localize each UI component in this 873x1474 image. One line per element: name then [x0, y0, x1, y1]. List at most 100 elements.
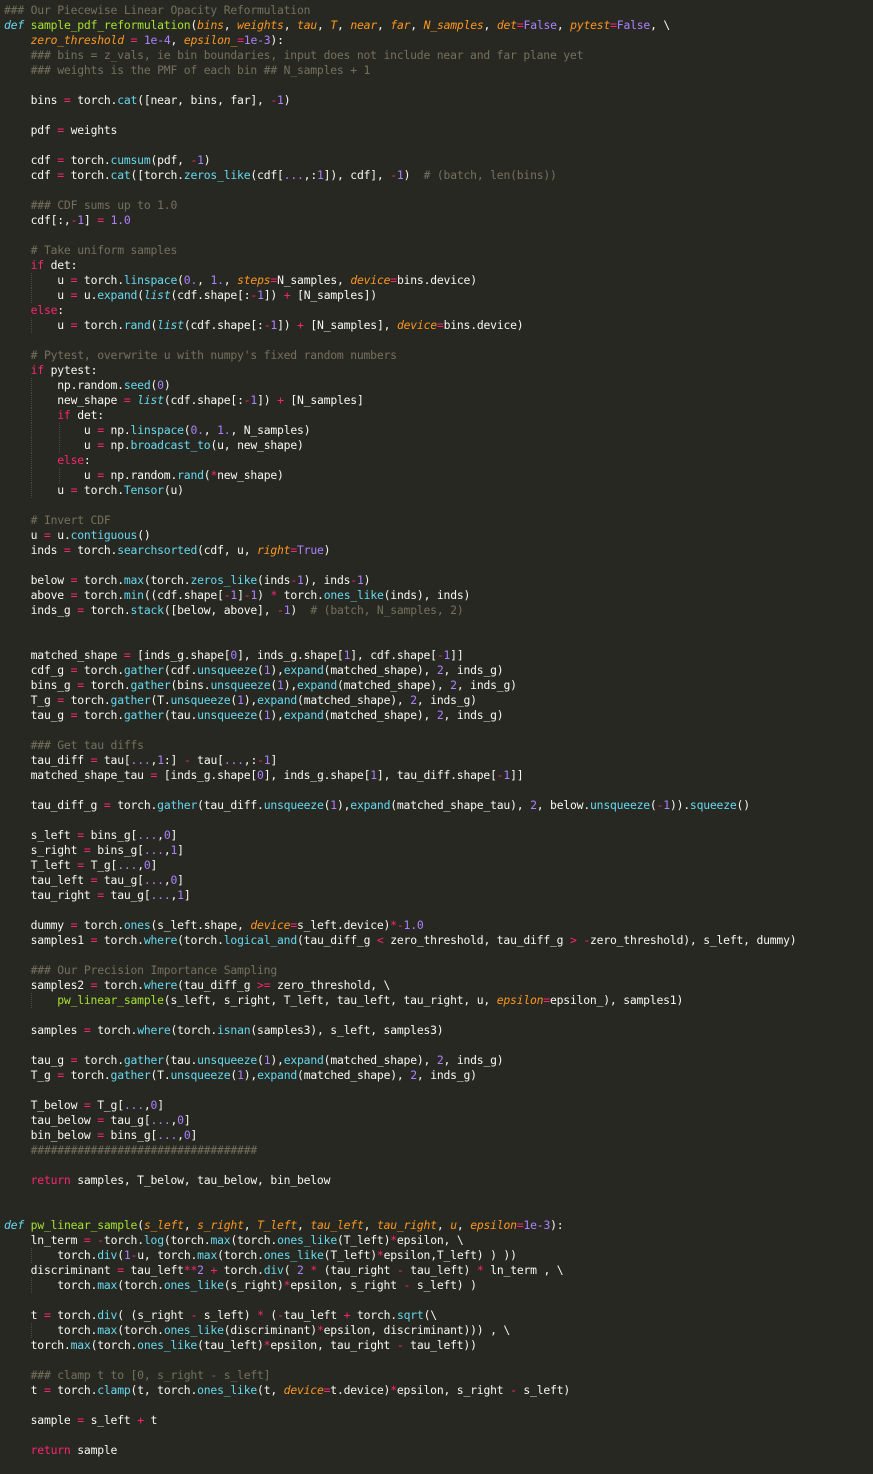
code-line: ln_term = -torch.log(torch.max(torch.one… [4, 1233, 873, 1248]
code-token: ** [183, 1263, 198, 1277]
code-token: 1e-3 [243, 33, 271, 47]
code-token: ) [323, 543, 331, 557]
code-token: (t, [257, 1383, 284, 1397]
code-token: tau_left [123, 1263, 184, 1277]
indent-guide [31, 408, 33, 423]
code-token: u, torch. [137, 1248, 198, 1262]
code-token: (T. [150, 1068, 171, 1082]
code-token: = [123, 393, 131, 407]
code-token: squeeze [689, 798, 737, 812]
code-line: above = torch.min((cdf.shape[-1]-1) * to… [4, 588, 873, 603]
code-token: u [4, 528, 44, 542]
code-token: = [77, 678, 84, 692]
code-token: list [137, 393, 164, 407]
code-line: ### bins = z_vals, ie bin boundaries, in… [4, 48, 873, 63]
code-token: u [4, 438, 98, 452]
code-token: ), [283, 678, 298, 692]
code-token: 1 [237, 1068, 244, 1082]
code-token: tau_right [4, 888, 98, 902]
code-token: where [143, 933, 178, 947]
code-token: 0. [183, 273, 198, 287]
code-token: * [390, 1233, 397, 1247]
code-token: ([near, bins, far], [137, 93, 271, 107]
code-token: - [97, 1233, 104, 1247]
code-token: np. [103, 438, 131, 452]
code-token: * [376, 1248, 384, 1262]
code-line: bin_below = bins_g[...,0] [4, 1128, 873, 1143]
code-line: s_left = bins_g[...,0] [4, 828, 873, 843]
code-line: np.random.seed(0) [4, 378, 873, 393]
code-line: ### Get tau diffs [4, 738, 873, 753]
code-line: s_right = bins_g[...,1] [4, 843, 873, 858]
code-token: expand [350, 798, 391, 812]
code-token: , inds_g) [443, 663, 504, 677]
code-token: [inds_g.shape[ [130, 648, 231, 662]
code-token: new_shape [4, 393, 124, 407]
code-token: = [83, 1098, 91, 1112]
code-token: Tensor [123, 483, 164, 497]
code-token: torch. [77, 483, 124, 497]
code-token: , [157, 828, 164, 842]
code-token: ]) [263, 288, 284, 302]
code-token: tau_g [4, 1053, 71, 1067]
code-token: T_below [4, 1098, 84, 1112]
code-token: clamp [97, 1383, 131, 1397]
code-token: 1 [123, 1248, 131, 1262]
code-token: cdf_g [4, 663, 71, 677]
code-token: ################################## [30, 1143, 258, 1157]
code-token: ): [270, 33, 284, 47]
code-token: 2 [436, 708, 444, 722]
code-token: (matched_shape), [297, 1068, 411, 1082]
code-line: inds_g = torch.stack([below, above], -1)… [4, 603, 873, 618]
code-token: T_g [4, 1068, 58, 1082]
code-token: (bins. [170, 678, 211, 692]
indent-guide [31, 1323, 33, 1338]
code-token: unsqueeze [590, 798, 650, 812]
code-token: (cdf. [163, 663, 198, 677]
code-token: (tau_left) [197, 1338, 264, 1352]
code-line: tau_below = tau_g[...,0] [4, 1113, 873, 1128]
indent-guide [31, 453, 33, 468]
code-token: tau_right [376, 1218, 437, 1232]
code-token: tau[ [190, 753, 224, 767]
indent-guide [31, 273, 33, 288]
code-token: (\ [423, 1308, 438, 1322]
code-token: = [57, 693, 64, 707]
code-token: 0 [143, 858, 151, 872]
code-token: 1.0 [403, 918, 424, 932]
code-token: ( [117, 1248, 124, 1262]
code-token: (T_left) [323, 1248, 377, 1262]
code-token: bins_g[ [83, 828, 138, 842]
code-token: ) [257, 588, 271, 602]
code-token: , inds_g) [416, 1068, 477, 1082]
code-token: - [277, 603, 284, 617]
code-token: t [4, 1308, 44, 1322]
code-token: ... [283, 168, 304, 182]
code-line: samples1 = torch.where(torch.logical_and… [4, 933, 873, 948]
code-token: ] [190, 1128, 198, 1142]
code-token: min [123, 588, 144, 602]
code-token: , [203, 423, 218, 437]
code-token: np.random. [4, 378, 124, 392]
code-token: zero_threshold, tau_diff_g [383, 933, 570, 947]
code-line: matched_shape_tau = [inds_g.shape[0], in… [4, 768, 873, 783]
code-token: bins.device) [396, 273, 477, 287]
code-token: where [137, 1023, 171, 1037]
code-token: ( [257, 708, 264, 722]
code-token: ([torch. [130, 168, 184, 182]
code-token: s_left.device) [297, 918, 391, 932]
code-editor[interactable]: ### Our Piecewise Linear Opacity Reformu… [0, 0, 873, 1458]
code-token: ### Our Piecewise Linear Opacity Reformu… [4, 3, 311, 17]
code-token: )). [669, 798, 690, 812]
code-token: (T. [150, 693, 171, 707]
code-line: dummy = torch.ones(s_left.shape, device=… [4, 918, 873, 933]
code-token: unsqueeze [197, 663, 258, 677]
